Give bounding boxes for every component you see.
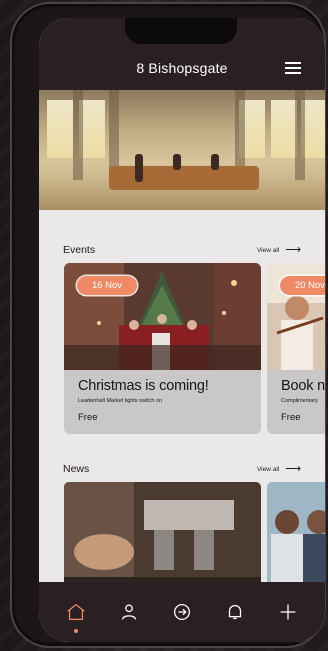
event-price: Free xyxy=(281,412,301,423)
tab-notifications[interactable] xyxy=(218,595,252,629)
access-icon xyxy=(173,604,190,620)
page-title: 8 Bishopsgate xyxy=(136,60,228,76)
news-section-header: News View all ⟶ xyxy=(63,463,301,475)
home-icon xyxy=(66,603,85,620)
events-heading: Events xyxy=(63,244,96,256)
tab-access[interactable] xyxy=(165,595,199,629)
event-card[interactable]: 20 Nov Book n Complimentary Free xyxy=(267,263,325,434)
notch xyxy=(125,18,237,44)
bell-icon xyxy=(229,604,242,620)
news-view-all-link[interactable]: View all ⟶ xyxy=(257,462,301,475)
event-title: Book n xyxy=(281,378,325,394)
event-subtitle: Leadenhall Market lights switch on xyxy=(78,398,163,404)
building-hero-image xyxy=(39,90,325,210)
arrow-right-icon: ⟶ xyxy=(285,243,301,256)
event-card[interactable]: 16 Nov Christmas is coming! Leadenhall M… xyxy=(64,263,261,434)
news-heading: News xyxy=(63,463,90,475)
app-screen: 8 Bishopsgate Events View all ⟶ 16 Nov C… xyxy=(39,18,325,642)
profile-icon xyxy=(121,604,136,620)
plus-icon xyxy=(281,604,296,620)
event-title: Christmas is coming! xyxy=(78,378,209,394)
event-date-badge: 16 Nov xyxy=(77,276,137,295)
event-subtitle: Complimentary xyxy=(281,398,318,404)
tab-add[interactable] xyxy=(271,595,305,629)
hamburger-menu-icon[interactable] xyxy=(285,62,301,74)
arrow-right-icon: ⟶ xyxy=(285,462,301,475)
events-view-all-link[interactable]: View all ⟶ xyxy=(257,243,301,256)
bottom-tab-bar xyxy=(39,582,325,642)
event-price: Free xyxy=(78,412,98,423)
phone-frame: 8 Bishopsgate Events View all ⟶ 16 Nov C… xyxy=(12,4,325,646)
news-card-image[interactable] xyxy=(267,482,325,582)
news-card-image[interactable] xyxy=(64,482,261,582)
top-bar: 8 Bishopsgate xyxy=(39,18,325,90)
scroll-content[interactable]: Events View all ⟶ 16 Nov Christmas is co… xyxy=(39,210,325,582)
tab-home[interactable] xyxy=(59,595,93,633)
active-indicator xyxy=(73,629,78,633)
event-date-badge: 20 Nov xyxy=(280,276,325,295)
events-section-header: Events View all ⟶ xyxy=(63,244,301,256)
tab-profile[interactable] xyxy=(112,595,146,629)
